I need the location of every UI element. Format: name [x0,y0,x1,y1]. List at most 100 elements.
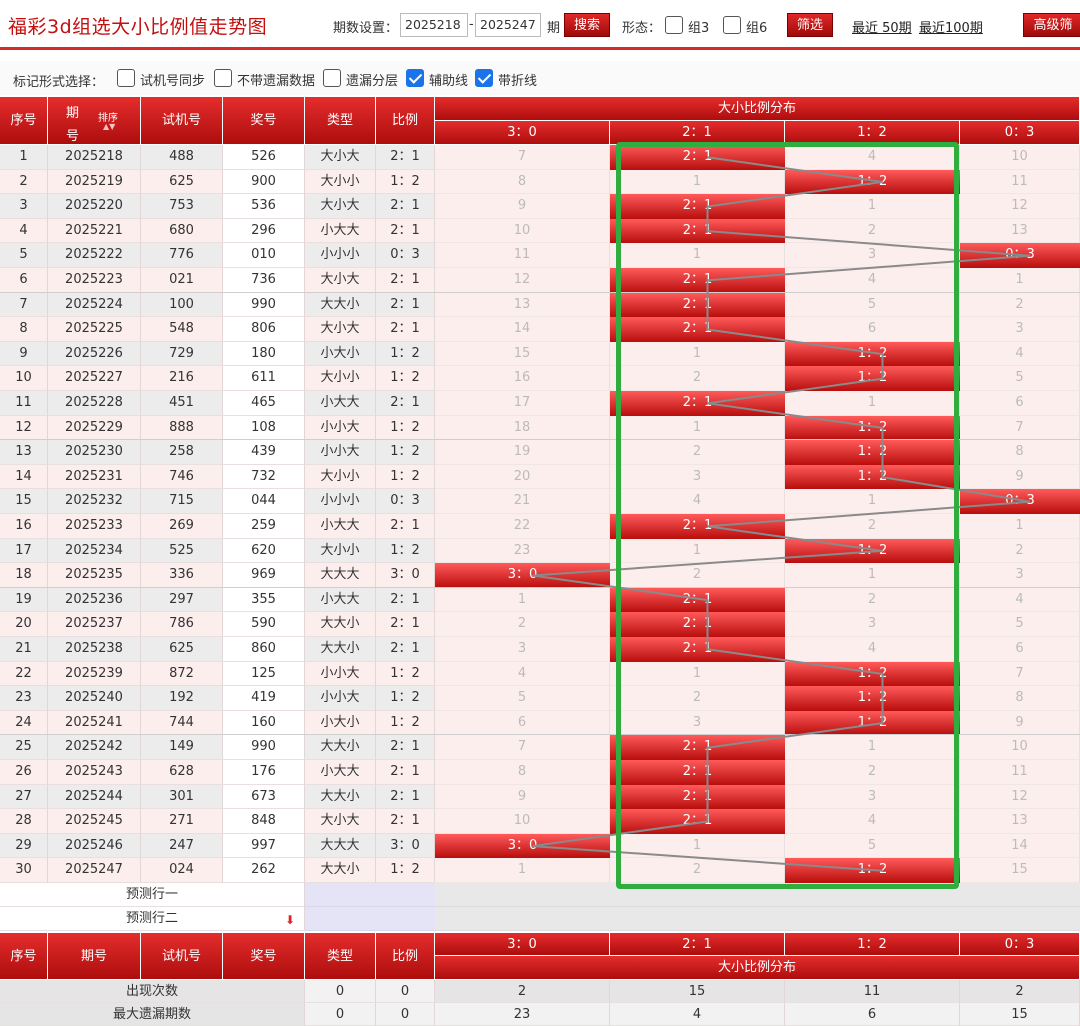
recent-50-link[interactable]: 最近 50期 [852,17,912,36]
option-polyline-checkbox[interactable] [475,69,493,87]
row-type: 小大大 [305,218,376,244]
dist-miss-cell: 15 [435,341,610,367]
header-period-b: 号 [66,129,80,144]
row-draw: 526 [223,145,305,170]
row-type: 大大小 [305,292,376,318]
dist-miss-cell: 6 [435,710,610,736]
page-title: 福彩3d组选大小比例值走势图 [8,16,268,38]
row-trial: 786 [141,612,223,637]
row-draw: 611 [223,366,305,391]
dist-miss-cell: 9 [435,194,610,219]
row-seq: 29 [0,833,48,859]
row-seq: 6 [0,268,48,293]
period-from-input[interactable]: 2025218 [400,13,468,37]
header-period-a: 期 [66,106,80,121]
dist-miss-cell: 8 [960,440,1080,465]
predict-input-cell[interactable] [305,883,435,907]
stats-label: 出现次数 [0,980,305,1003]
row-seq: 15 [0,489,48,514]
row-draw: 262 [223,858,305,883]
advanced-filter-button[interactable]: 高级筛 [1023,13,1080,37]
row-period: 2025235 [48,563,141,588]
row-type: 大大小 [305,735,376,760]
row-draw: 536 [223,194,305,219]
row-trial: 100 [141,292,223,318]
row-draw: 465 [223,391,305,416]
stats-type-value: 0 [305,1003,376,1026]
row-trial: 548 [141,317,223,342]
header-dist-title: 大小比例分布 [435,97,1080,121]
stats-type-value: 0 [305,980,376,1003]
row-period: 2025224 [48,292,141,318]
group3-checkbox[interactable] [665,16,683,34]
row-ratio: 0：3 [376,489,435,514]
row-draw: 673 [223,784,305,810]
row-period: 2025218 [48,145,141,170]
mark-options-label: 标记形式选择： [13,75,105,90]
header-period[interactable]: 期号排序 ▲▼ [48,97,141,145]
row-type: 大小小 [305,538,376,564]
row-ratio: 2：1 [376,735,435,760]
row-seq: 7 [0,292,48,318]
row-ratio: 2：1 [376,809,435,834]
predict-dist-cell [435,907,1080,931]
row-trial: 729 [141,341,223,367]
row-period: 2025243 [48,760,141,785]
row-trial: 149 [141,735,223,760]
row-ratio: 1：2 [376,366,435,391]
option-trial-sync-label: 试机号同步 [140,74,206,89]
predict-input-cell[interactable] [305,907,435,931]
row-trial: 258 [141,440,223,465]
dist-miss-cell: 7 [435,145,610,170]
row-trial: 024 [141,858,223,883]
row-trial: 271 [141,809,223,834]
filter-button[interactable]: 筛选 [787,13,833,37]
option-no-missing-label: 不带遗漏数据 [237,74,316,89]
option-no-missing-checkbox[interactable] [214,69,232,87]
row-trial: 525 [141,538,223,564]
row-type: 小小大 [305,661,376,687]
predict-row-label: 预测行二 [0,907,305,931]
option-missing-layer-label: 遗漏分层 [346,74,399,89]
row-period: 2025244 [48,784,141,810]
row-ratio: 2：1 [376,391,435,416]
stats-dist-value: 6 [785,1003,960,1026]
search-button[interactable]: 搜索 [564,13,610,37]
dist-hit-cell: 3：0 [435,833,610,859]
row-trial: 192 [141,686,223,711]
stats-dist-value: 15 [960,1003,1080,1026]
row-trial: 625 [141,169,223,195]
option-guide-line-checkbox[interactable] [406,69,424,87]
row-ratio: 1：2 [376,440,435,465]
row-draw: 990 [223,735,305,760]
predict-row-label: 预测行一 [0,883,305,907]
footer-period: 期号 [48,933,141,980]
row-ratio: 1：2 [376,710,435,736]
row-draw: 620 [223,538,305,564]
footer-trial: 试机号 [141,933,223,980]
row-seq: 26 [0,760,48,785]
row-draw: 997 [223,833,305,859]
row-trial: 451 [141,391,223,416]
row-type: 大大小 [305,858,376,883]
row-trial: 872 [141,661,223,687]
row-period: 2025228 [48,391,141,416]
row-period: 2025222 [48,243,141,268]
dist-miss-cell: 3 [435,637,610,662]
period-to-input[interactable]: 2025247 [475,13,541,37]
dist-miss-cell: 4 [960,587,1080,613]
dist-miss-cell: 5 [435,686,610,711]
dist-miss-cell: 11 [960,760,1080,785]
row-draw: 806 [223,317,305,342]
recent-100-link[interactable]: 最近100期 [919,17,983,36]
group6-checkbox[interactable] [723,16,741,34]
dist-miss-cell: 7 [960,415,1080,441]
row-ratio: 2：1 [376,637,435,662]
row-period: 2025221 [48,218,141,244]
row-type: 小大大 [305,514,376,539]
option-trial-sync-checkbox[interactable] [117,69,135,87]
option-missing-layer-checkbox[interactable] [323,69,341,87]
dist-miss-cell: 21 [435,489,610,514]
row-period: 2025223 [48,268,141,293]
dist-miss-cell: 18 [435,415,610,441]
